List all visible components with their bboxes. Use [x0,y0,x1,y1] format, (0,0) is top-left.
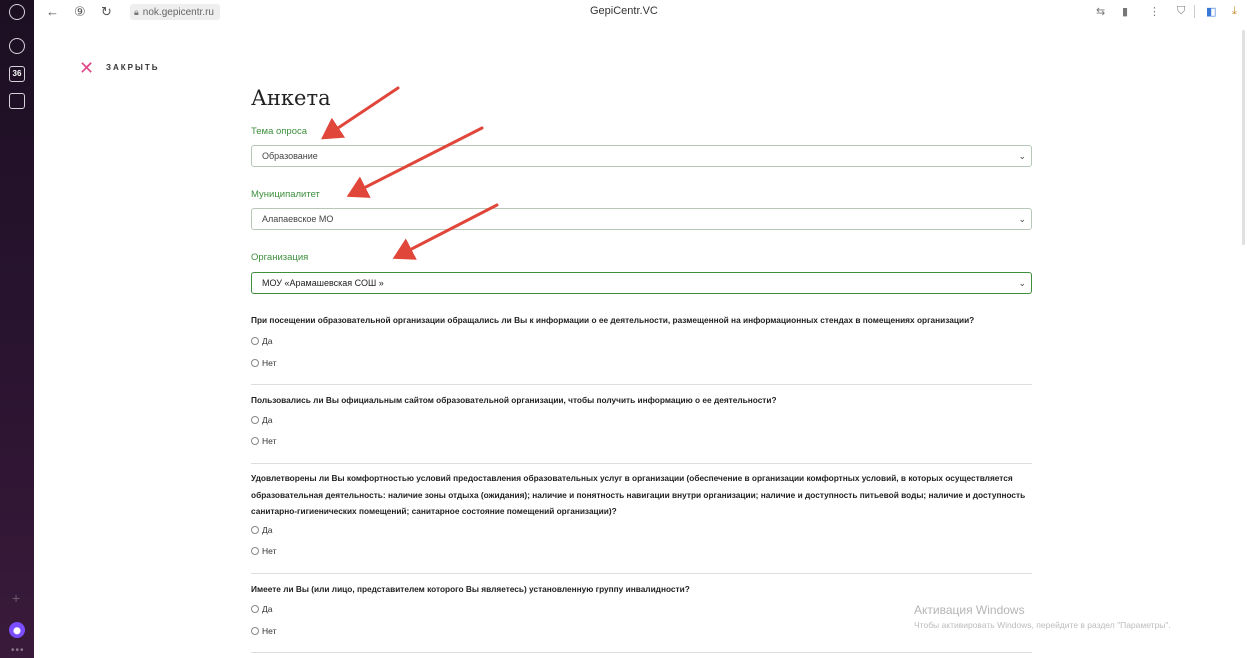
windows-activation-subtitle: Чтобы активировать Windows, перейдите в … [914,620,1171,630]
option-label: Да [262,604,273,614]
reload-icon[interactable]: ↻ [101,5,112,19]
question-1-option-no[interactable]: Нет [251,358,276,368]
address-bar[interactable]: 🔒︎ nok.gepicentr.ru [130,4,220,20]
question-3-option-no[interactable]: Нет [251,546,276,556]
lock-icon: 🔒︎ [134,7,139,17]
yandex-icon[interactable]: ⑨ [74,5,86,19]
back-icon[interactable]: ← [46,5,59,19]
radio-icon[interactable] [251,547,259,555]
question-3-option-yes[interactable]: Да [251,525,272,535]
option-label: Да [262,336,273,346]
divider [251,573,1032,574]
topic-select-value: Образование [262,151,318,161]
option-label: Нет [262,546,277,556]
download-icon[interactable]: ⤓ [1232,5,1237,18]
browser-sidebar: 36 + ••• [0,0,34,658]
municipality-label: Муниципалитет [251,189,320,200]
toolbar-divider [1194,5,1195,18]
question-2-option-yes[interactable]: Да [251,415,272,425]
divider [251,384,1032,385]
browser-toolbar: ← ⑨ ↻ 🔒︎ nok.gepicentr.ru GepiCentr.VC ⇆ … [34,0,1247,24]
assistant-icon[interactable] [9,622,25,638]
question-2-text: Пользовались ли Вы официальным сайтом об… [251,395,777,405]
organization-select-value: МОУ «Арамашевская СОШ » [262,278,384,288]
survey-form: Анкета Тема опроса Образование ⌄ Муницип… [251,86,1032,653]
gallery-icon[interactable] [9,93,25,109]
radio-icon[interactable] [251,359,259,367]
radio-icon[interactable] [251,416,259,424]
question-4-option-no[interactable]: Нет [251,626,276,636]
bookmark-icon[interactable]: ▮ [1122,5,1128,18]
more-icon[interactable]: ••• [11,645,25,656]
page-scrollbar[interactable] [1242,30,1245,245]
page-title: Анкета [251,86,331,110]
question-4-option-yes[interactable]: Да [251,604,272,614]
question-3-text: Удовлетворены ли Вы комфортностью услови… [251,473,1026,516]
municipality-select-value: Алапаевское МО [262,214,334,224]
radio-icon[interactable] [251,627,259,635]
radio-icon[interactable] [251,526,259,534]
option-label: Да [262,415,273,425]
play-icon[interactable] [9,38,25,54]
question-2-option-no[interactable]: Нет [251,436,276,446]
radio-icon[interactable] [251,437,259,445]
chevron-down-icon: ⌄ [1018,151,1026,161]
option-label: Да [262,525,273,535]
windows-activation-title: Активация Windows [914,603,1025,617]
question-1-text: При посещении образовательной организаци… [251,315,975,325]
divider [251,652,1032,653]
radio-icon[interactable] [251,605,259,613]
topic-label: Тема опроса [251,126,308,137]
calendar-icon[interactable]: 36 [9,66,25,82]
address-text: nok.gepicentr.ru [142,7,214,18]
question-1-option-yes[interactable]: Да [251,336,272,346]
protect-icon[interactable]: ⛉ [1177,5,1185,18]
chevron-down-icon: ⌄ [1018,278,1026,288]
divider [251,463,1032,464]
chevron-down-icon: ⌄ [1018,214,1026,224]
extension-icon[interactable]: ◧ [1206,5,1216,18]
option-label: Нет [262,436,277,446]
question-4-text: Имеете ли Вы (или лицо, представителем к… [251,584,690,594]
add-icon[interactable]: + [12,590,20,606]
topic-select[interactable]: Образование ⌄ [251,145,1032,167]
municipality-select[interactable]: Алапаевское МО ⌄ [251,208,1032,230]
close-icon[interactable]: ✕ [79,59,94,77]
option-label: Нет [262,626,277,636]
organization-select[interactable]: МОУ «Арамашевская СОШ » ⌄ [251,272,1032,294]
history-icon[interactable] [9,4,25,20]
organization-label: Организация [251,252,309,263]
option-label: Нет [262,358,277,368]
page-tab-title: GepiCentr.VC [590,5,658,17]
translate-icon[interactable]: ⇆ [1096,5,1105,18]
close-button[interactable]: ЗАКРЫТЬ [106,63,159,72]
radio-icon[interactable] [251,337,259,345]
menu-dots-icon[interactable]: ⋮ [1149,5,1160,18]
